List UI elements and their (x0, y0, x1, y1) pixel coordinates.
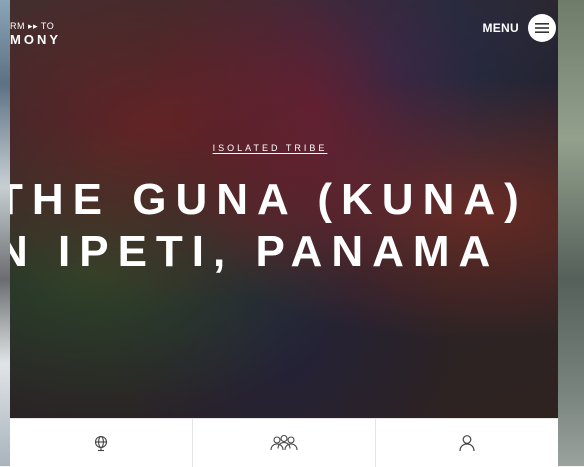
title-line-1: THE GUNA (KUNA) (10, 175, 528, 224)
title-line-2: N IPETI, PANAMA (10, 227, 500, 276)
nav-destinations[interactable] (10, 419, 193, 467)
hero-image: RM ▸▸ TO MONY MENU ISOLATED TRIBE THE GU… (10, 0, 558, 418)
nav-community[interactable] (193, 419, 376, 467)
people-icon (270, 434, 298, 451)
page-title: THE GUNA (KUNA) N IPETI, PANAMA (10, 174, 528, 278)
site-logo[interactable]: RM ▸▸ TO MONY (10, 20, 61, 46)
left-page-edge (0, 0, 10, 466)
user-icon (459, 435, 475, 452)
nav-account[interactable] (376, 419, 558, 467)
hamburger-icon (535, 23, 549, 33)
category-tag-label[interactable]: ISOLATED TRIBE (213, 143, 328, 153)
logo-line-2: MONY (10, 32, 61, 47)
globe-icon (94, 435, 108, 452)
bottom-nav-bar (10, 418, 558, 467)
menu-button[interactable] (528, 14, 556, 42)
menu-toggle[interactable]: MENU (482, 14, 556, 42)
right-page-edge (558, 0, 584, 466)
category-tag[interactable]: ISOLATED TRIBE (10, 143, 530, 153)
menu-label[interactable]: MENU (482, 21, 519, 35)
